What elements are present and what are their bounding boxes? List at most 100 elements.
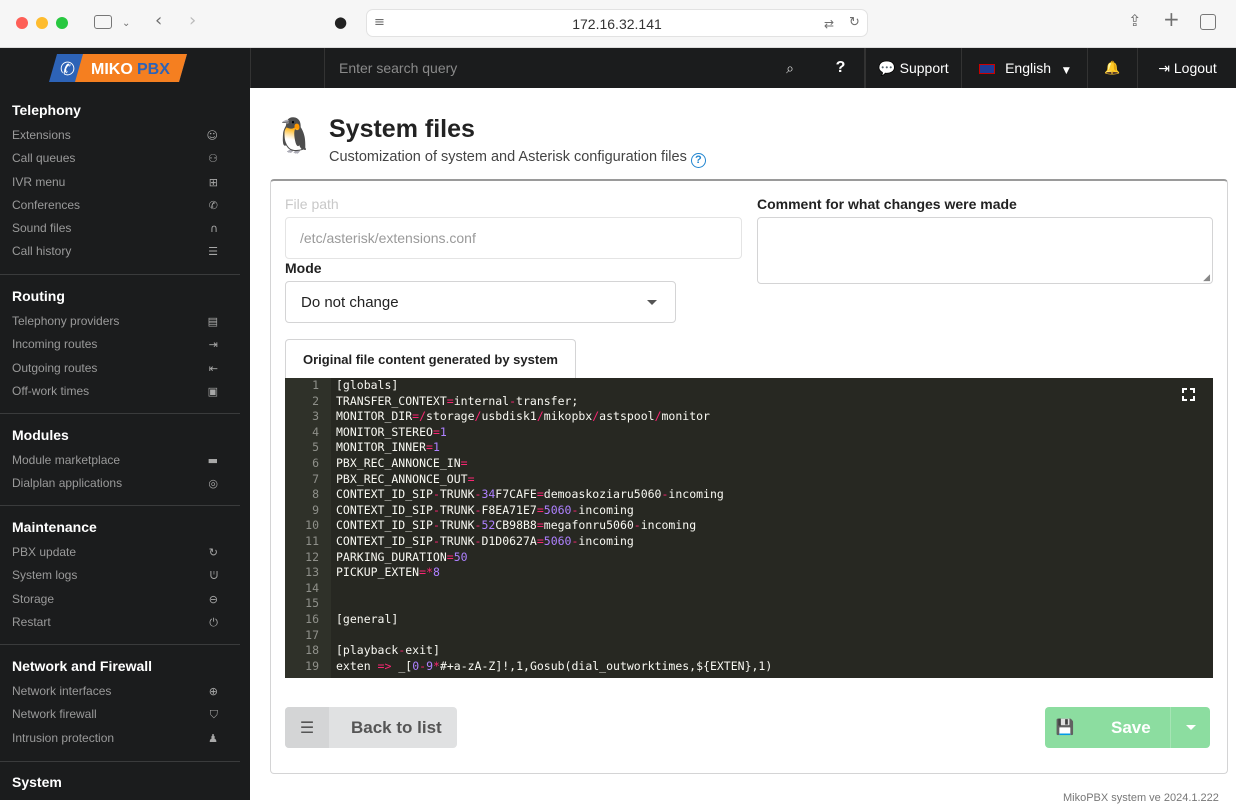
line-number: 12 [305, 549, 319, 564]
window-maximize-button[interactable] [56, 17, 68, 29]
sidebar-item-call-history[interactable]: Call history ☰ [0, 240, 240, 263]
bell-icon[interactable]: 🔔 [1087, 48, 1137, 88]
translate-icon[interactable]: ⇄ [824, 16, 834, 32]
sitemap-icon: ⊞ [208, 175, 218, 189]
back-to-list-button[interactable]: ☰ Back to list [285, 707, 457, 748]
linux-icon: 🐧 [273, 116, 316, 156]
help-icon[interactable]: ? [690, 153, 706, 168]
sidebar-section-title[interactable]: Modules [12, 425, 240, 445]
line-number: 15 [305, 596, 319, 611]
window-close-button[interactable] [16, 17, 28, 29]
sidebar-item-module-marketplace[interactable]: Module marketplace ▬ [0, 449, 240, 472]
line-number: 16 [305, 612, 319, 626]
calendar-icon: ▣ [207, 384, 218, 398]
sidebar-section-title[interactable]: Telephony [12, 100, 240, 120]
back-arrow-icon[interactable]: ‹ [155, 12, 162, 30]
window-minimize-button[interactable] [36, 17, 48, 29]
sidebar-item-label: Conferences [12, 197, 81, 212]
code-editor[interactable]: 1 2 3 4 5 6 7 8 9 10 11 12 13 14 15 16 17 18 19 [globals] T… [285, 378, 1213, 678]
search-input[interactable]: Enter search query ⌕ [324, 48, 865, 88]
sidebar-item-label: Sound files [12, 221, 72, 236]
sidebar-item-label: Off-work times [12, 383, 90, 398]
users-icon: ⚇ [208, 152, 218, 166]
sidebar-item-label: Intrusion protection [12, 730, 115, 745]
language-label: English [1005, 60, 1051, 76]
sidebar-toggle-icon[interactable] [94, 15, 112, 29]
sidebar-item-telephony-providers[interactable]: Telephony providers ▤ [0, 310, 240, 333]
sidebar-item-ivr-menu[interactable]: IVR menu ⊞ [0, 171, 240, 194]
headphones-icon: ∩ [209, 222, 218, 236]
address-bar[interactable]: ≡ 172.16.32.141 ⇄ ↻ [366, 9, 868, 37]
page-subtitle: Customization of system and Asterisk con… [329, 149, 706, 168]
sidebar-section-network-and-firewall: Network and Firewall Network interfaces ⊕ N… [0, 656, 240, 750]
code-line: PBX_REC_ANNONCE_IN= [336, 456, 468, 470]
tab-original-content[interactable]: Original file content generated by syste… [285, 339, 576, 379]
sidebar-section-title[interactable]: Maintenance [12, 517, 240, 537]
line-number: 11 [305, 534, 319, 548]
reload-icon[interactable]: ↻ [849, 15, 860, 31]
sidebar-item-network-interfaces[interactable]: Network interfaces ⊕ [0, 680, 240, 703]
mode-dropdown[interactable]: Do not change [285, 281, 676, 323]
sidebar-item-off-work-times[interactable]: Off-work times ▣ [0, 380, 240, 403]
file-path-input[interactable]: /etc/asterisk/extensions.conf [285, 217, 742, 259]
save-options-dropdown[interactable] [1170, 707, 1210, 748]
sidebar-item-outgoing-routes[interactable]: Outgoing routes ⇤ [0, 357, 240, 380]
new-tab-icon[interactable]: + [1163, 9, 1180, 29]
code-line: [playback-exit] [336, 643, 440, 658]
support-button[interactable]: 💬 Support [865, 48, 961, 88]
save-icon: 💾 [1055, 718, 1075, 736]
sidebar-item-conferences[interactable]: Conferences ✆ [0, 194, 240, 217]
help-button[interactable]: ? [816, 48, 865, 88]
chevron-down-icon[interactable]: ⌄ [122, 16, 130, 32]
comment-label: Comment for what changes were made [757, 196, 1017, 212]
sidebar-item-storage[interactable]: Storage ⊖ [0, 588, 240, 611]
code-line: CONTEXT_ID_SIP-TRUNK-D1D0627A=5060-incom… [336, 534, 634, 548]
sidebar-section-title[interactable]: Network and Firewall [12, 656, 240, 676]
sidebar-item-extensions[interactable]: Extensions ☺ [0, 124, 240, 147]
sidebar-item-network-firewall[interactable]: Network firewall ⛉ [0, 703, 240, 726]
comment-textarea[interactable]: ◢ [757, 217, 1213, 284]
back-to-list-label: Back to list [351, 718, 442, 737]
sidebar-section-title[interactable]: System [12, 772, 240, 792]
sidebar-item-pbx-update[interactable]: PBX update ↻ [0, 541, 240, 564]
sidebar-item-incoming-routes[interactable]: Incoming routes ⇥ [0, 333, 240, 356]
browser-toolbar: ⌄ ‹ › ● ≡ 172.16.32.141 ⇄ ↻ ⇪ + [0, 0, 1236, 48]
code-line: CONTEXT_ID_SIP-TRUNK-52CB98B8=megafonru5… [336, 518, 697, 533]
search-icon[interactable]: ⌕ [780, 48, 800, 88]
editor-gutter: 1 2 3 4 5 6 7 8 9 10 11 12 13 14 15 16 17 18 19 [285, 378, 331, 678]
sidebar-item-sound-files[interactable]: Sound files ∩ [0, 217, 240, 240]
tab-overview-icon[interactable] [1200, 14, 1216, 30]
sidebar-item-system-logs[interactable]: System logs ᕫ [0, 564, 240, 587]
sign-out-icon: ⇥ [1158, 61, 1170, 77]
sidebar-item-label: Extensions [12, 128, 71, 142]
dropdown-caret-icon [1186, 725, 1196, 730]
sync-icon: ↻ [208, 546, 218, 559]
resize-grip-icon[interactable]: ◢ [1203, 273, 1210, 283]
sidebar-item-restart[interactable]: Restart ⏻ [0, 611, 240, 634]
sidebar-divider [0, 761, 240, 762]
server-icon: ▤ [207, 315, 218, 328]
sidebar-item-dialplan-applications[interactable]: Dialplan applications ◎ [0, 472, 240, 495]
mode-value: Do not change [301, 294, 399, 311]
chevron-down-icon: ▼ [1062, 66, 1070, 76]
forward-arrow-icon[interactable]: › [189, 12, 196, 30]
language-dropdown[interactable]: English ▼ [961, 48, 1087, 88]
logout-button[interactable]: ⇥ Logout [1137, 48, 1236, 88]
top-navigation-bar: Enter search query ⌕ ? 💬 Support English… [250, 48, 1236, 88]
code-line: PICKUP_EXTEN=*8 [336, 565, 440, 580]
line-number: 14 [305, 580, 319, 595]
url-text: 172.16.32.141 [572, 16, 662, 32]
line-number: 13 [305, 565, 319, 580]
privacy-shield-icon[interactable]: ● [334, 14, 347, 30]
line-number: 5 [312, 440, 319, 455]
share-icon[interactable]: ⇪ [1128, 13, 1141, 29]
save-button[interactable]: 💾 Save [1045, 707, 1210, 748]
fullscreen-icon[interactable] [1182, 388, 1195, 401]
hdd-icon: ⊖ [208, 592, 218, 606]
sidebar-section-title[interactable]: Routing [12, 286, 240, 306]
sidebar-item-intrusion-protection[interactable]: Intrusion protection ♟ [0, 727, 240, 750]
mikopbx-logo[interactable]: ✆ MIKO PBX [49, 54, 187, 82]
sidebar-item-label: Call queues [12, 151, 76, 166]
line-number: 7 [312, 471, 319, 486]
sidebar-item-call-queues[interactable]: Call queues ⚇ [0, 147, 240, 170]
